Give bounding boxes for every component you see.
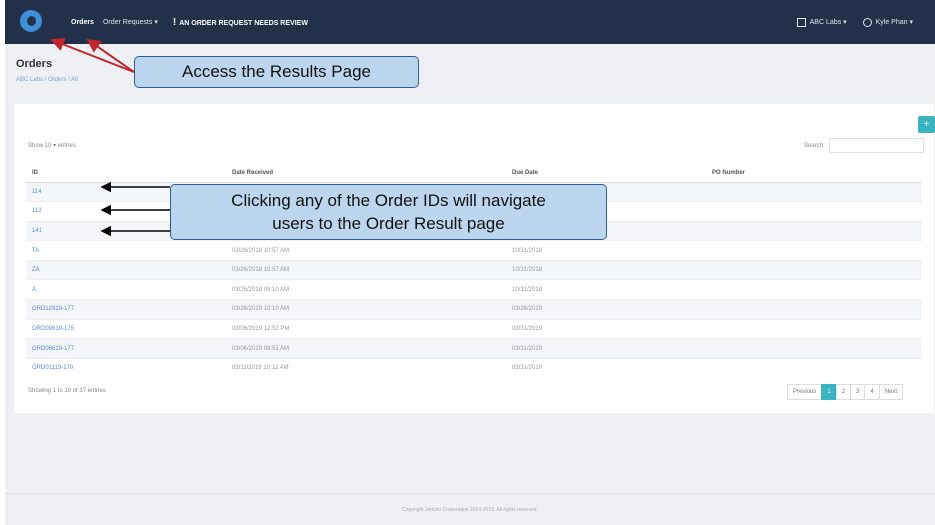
- due-date-cell: 03/28/2019: [506, 299, 706, 320]
- callout-order-ids-line2: users to the Order Result page: [272, 214, 505, 233]
- search-input[interactable]: [828, 138, 924, 153]
- po-number-cell: [706, 299, 922, 320]
- order-id-link[interactable]: ORD01119-170: [26, 357, 226, 378]
- po-number-cell: [706, 201, 922, 222]
- date-received-cell: 03/26/2018 10:57 AM: [226, 259, 506, 280]
- callout-order-ids-line1: Clicking any of the Order IDs will navig…: [231, 191, 546, 210]
- table-info: Showing 1 to 10 of 37 entries: [28, 388, 106, 394]
- page-button-previous[interactable]: Previous: [787, 384, 823, 400]
- po-number-cell: [706, 220, 922, 241]
- po-number-cell: [706, 259, 922, 280]
- page-title: Orders: [16, 58, 53, 70]
- add-order-button[interactable]: +: [918, 116, 935, 133]
- order-request-alert[interactable]: ! AN ORDER REQUEST NEEDS REVIEW: [173, 17, 308, 28]
- top-navbar: Orders Order Requests ▾ ! AN ORDER REQUES…: [5, 0, 935, 44]
- page-button-4[interactable]: 4: [864, 384, 880, 400]
- po-number-cell: [706, 357, 922, 378]
- main-nav: Orders Order Requests ▾ ! AN ORDER REQUES…: [71, 17, 308, 28]
- date-received-cell: 03/26/2018 09:10 AM: [226, 279, 506, 300]
- callout-access-results: Access the Results Page: [134, 56, 419, 88]
- callout-order-ids: Clicking any of the Order IDs will navig…: [170, 184, 607, 240]
- app-logo-icon[interactable]: [17, 7, 47, 37]
- breadcrumb[interactable]: ABC Labs / Orders / All: [16, 77, 78, 83]
- table-row: A 03/26/2018 09:10 AM 10/31/2018: [26, 279, 922, 300]
- page-button-2[interactable]: 2: [835, 384, 852, 400]
- page-footer: Copyright Jericho Corporation 2014-2019.…: [5, 493, 935, 525]
- table-row: ORD01119-170 03/11/2019 10:12 AM 03/31/201…: [26, 357, 922, 378]
- nav-orders[interactable]: Orders: [71, 19, 94, 26]
- show-entries-select[interactable]: Show 10 ▾ entries: [28, 142, 76, 149]
- lab-selector[interactable]: ABC Labs ▾: [796, 17, 847, 27]
- col-id[interactable]: ID: [26, 164, 226, 183]
- page-button-next[interactable]: Next: [878, 384, 904, 400]
- page-button-3[interactable]: 3: [850, 384, 866, 400]
- user-icon: [862, 17, 872, 27]
- search-label: Search:: [804, 142, 825, 149]
- po-number-cell: [706, 181, 922, 202]
- arrow-to-orders: [86, 38, 135, 73]
- po-number-cell: [706, 279, 922, 300]
- due-date-cell: 10/31/2018: [506, 259, 706, 280]
- table-row: ORD12819-177 03/28/2019 10:10 AM 03/28/201…: [26, 299, 922, 320]
- order-id-link[interactable]: TA: [26, 240, 226, 261]
- due-date-cell: 10/31/2018: [506, 240, 706, 261]
- building-icon: [796, 17, 806, 27]
- pagination: Previous 1 2 3 4 Next: [787, 384, 904, 400]
- search-box: Search:: [804, 138, 924, 153]
- alert-icon: !: [172, 16, 177, 28]
- order-id-link[interactable]: ORD12819-177: [26, 299, 226, 320]
- alert-text: AN ORDER REQUEST NEEDS REVIEW: [179, 19, 308, 27]
- po-number-cell: [706, 240, 922, 261]
- due-date-cell: 10/31/2018: [506, 279, 706, 300]
- table-row: ORD06619-177 03/06/2019 08:51 AM 03/31/201…: [26, 338, 922, 359]
- lab-name: ABC Labs ▾: [809, 19, 847, 26]
- order-id-link[interactable]: ORD09619-175: [26, 318, 226, 339]
- order-id-link[interactable]: ORD06619-177: [26, 338, 226, 359]
- due-date-cell: 03/31/2019: [506, 338, 706, 359]
- nav-order-requests[interactable]: Order Requests ▾: [103, 18, 158, 26]
- col-po-number[interactable]: PO Number: [706, 164, 922, 183]
- table-row: ZA 03/26/2018 10:57 AM 10/31/2018: [26, 259, 922, 280]
- date-received-cell: 03/06/2019 08:51 AM: [226, 338, 506, 359]
- date-received-cell: 03/06/2019 12:52 PM: [226, 318, 506, 339]
- order-id-link[interactable]: ZA: [26, 259, 226, 280]
- orders-card: + Show 10 ▾ entries Search: ID Date Rece…: [14, 103, 935, 413]
- po-number-cell: [706, 318, 922, 339]
- po-number-cell: [706, 338, 922, 359]
- date-received-cell: 03/26/2018 10:57 AM: [226, 240, 506, 261]
- user-name: Kyle Phan ▾: [875, 19, 913, 26]
- order-id-link[interactable]: A: [26, 279, 226, 300]
- page-button-1[interactable]: 1: [821, 384, 837, 400]
- col-due-date[interactable]: Due Date: [506, 164, 706, 183]
- date-received-cell: 03/28/2019 10:10 AM: [226, 299, 506, 320]
- col-date-received[interactable]: Date Received: [226, 164, 506, 183]
- topbar-right: ABC Labs ▾ Kyle Phan ▾: [796, 17, 929, 27]
- table-row: ORD09619-175 03/06/2019 12:52 PM 03/31/201…: [26, 318, 922, 339]
- due-date-cell: 03/31/2019: [506, 318, 706, 339]
- table-row: TA 03/26/2018 10:57 AM 10/31/2018: [26, 240, 922, 261]
- user-menu[interactable]: Kyle Phan ▾: [862, 17, 913, 27]
- page-header: Orders ABC Labs / Orders / All: [16, 58, 78, 83]
- due-date-cell: 03/31/2019: [506, 357, 706, 378]
- date-received-cell: 03/11/2019 10:12 AM: [226, 357, 506, 378]
